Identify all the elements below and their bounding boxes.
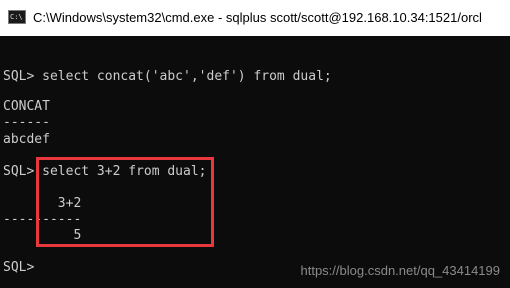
highlight-box	[36, 157, 214, 247]
window-title: C:\Windows\system32\cmd.exe - sqlplus sc…	[33, 10, 482, 25]
console-line: CONCAT	[3, 99, 50, 114]
console-line: SQL> select concat('abc','def') from dua…	[3, 69, 332, 84]
console-line: abcdef	[3, 132, 50, 147]
watermark: https://blog.csdn.net/qq_43414199	[300, 263, 501, 278]
console-line: ------	[3, 115, 50, 130]
window-titlebar[interactable]: C:\ C:\Windows\system32\cmd.exe - sqlplu…	[0, 0, 510, 36]
console-prompt[interactable]: SQL>	[3, 260, 42, 276]
cmd-app-icon: C:\	[8, 10, 26, 24]
